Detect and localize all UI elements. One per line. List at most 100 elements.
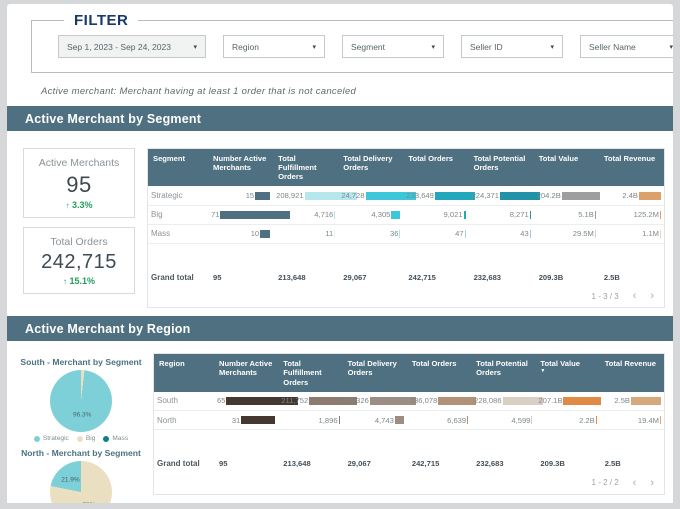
cell-bar	[463, 210, 466, 219]
date-range-value: Sep 1, 2023 - Sep 24, 2023	[67, 41, 171, 52]
data-table: Segment Number Active Merchants Total Fulf…	[148, 149, 664, 287]
pie-chart-title: North - Merchant by Segment	[21, 448, 141, 459]
scorecard-delta: ↑ 3.3%	[65, 200, 93, 210]
table-cell: 224,371	[468, 186, 541, 206]
segment-section: Active Merchants 95 ↑ 3.3% Total Orders …	[7, 131, 673, 314]
grand-total-cell: 242,715	[407, 454, 471, 474]
table-cell: 125.2M	[598, 205, 664, 225]
cell-value: 2.5B	[614, 396, 630, 406]
segment_table: Segment Number Active Merchants Total Fulf…	[147, 148, 665, 309]
cell-bar	[660, 229, 661, 238]
column-header[interactable]: Total Delivery Orders	[338, 149, 404, 187]
table-cell: 2.4B	[598, 186, 664, 206]
grand-total-cell: 2.5B	[600, 454, 664, 474]
cell-bar	[464, 229, 466, 238]
cell-bar	[660, 416, 661, 425]
cell-value: 4,716	[314, 210, 334, 220]
cell-bar	[500, 191, 541, 200]
table-cell: 29.5M	[533, 224, 599, 244]
column-header[interactable]: Total Fulfillment Orders	[273, 149, 339, 187]
seller-id-filter[interactable]: Seller ID ▾	[461, 35, 563, 58]
north-pie-chart: North - Merchant by Segment21.9%78%BigSt…	[15, 448, 147, 503]
cell-value: 47	[455, 229, 464, 239]
pagination: 1 - 2 / 2 ‹ ›	[154, 474, 664, 492]
cell-value: 211,752	[281, 396, 309, 406]
column-header[interactable]: Total Orders	[403, 149, 469, 187]
column-header[interactable]: Number Active Merchants	[214, 354, 279, 392]
cell-value: 71	[211, 210, 220, 220]
column-header[interactable]: Total Orders	[406, 354, 472, 392]
cell-value: 65	[217, 396, 226, 406]
sort-indicator-icon: ▼	[540, 368, 546, 375]
table-cell: 207.1B	[535, 391, 602, 412]
column-header[interactable]: Total Revenue	[598, 149, 664, 187]
column-header[interactable]: Number Active Merchants	[208, 149, 274, 187]
cell-value: 19.4M	[637, 415, 659, 425]
grand-total-cell: 232,683	[471, 454, 535, 474]
arrow-up-icon: ↑	[65, 201, 70, 210]
column-header[interactable]: Segment	[148, 149, 208, 187]
filter-panel-title: FILTER	[74, 12, 129, 29]
table-row: Mass 10 11 36 47 43 29.5M 1.1M	[148, 224, 664, 244]
region-section: South - Merchant by Segment 96.3% Strategi…	[7, 341, 673, 503]
grand-total-cell: 209.3B	[535, 454, 599, 474]
seller-name-filter[interactable]: Seller Name ▾	[580, 35, 673, 58]
cell-value: 2.4B	[622, 191, 638, 201]
legend-label: Strategic	[42, 435, 69, 443]
legend-dot-icon	[103, 435, 110, 442]
pie-chart: 96.3%	[50, 370, 112, 433]
cell-value: 232,683	[476, 459, 504, 469]
grand-total-cell: 95	[214, 454, 278, 474]
cell-value: 24,728	[341, 191, 365, 201]
segment-table-container: Segment Number Active Merchants Total Fulf…	[147, 148, 665, 309]
column-header[interactable]: Total Value ▼	[535, 354, 600, 392]
grand-total-row: Grand total 95 213,648 29,067 242,715 232,683…	[154, 454, 664, 474]
chevron-down-icon: ▾	[312, 43, 316, 51]
chevron-down-icon: ▾	[669, 43, 673, 51]
scorecard-value: 95	[66, 172, 92, 197]
table-cell: 10	[208, 224, 274, 244]
table-cell: 65	[214, 391, 299, 412]
column-header[interactable]: Total Potential Orders	[468, 149, 534, 187]
table-row: North 31 1,896 4,743 6,639 4,599 2.2B 19.4M	[154, 410, 664, 431]
region-filter[interactable]: Region ▾	[223, 35, 325, 58]
table-cell: 11	[273, 224, 339, 244]
column-header[interactable]: Total Potential Orders	[471, 354, 536, 392]
cell-value: 213,648	[283, 459, 311, 469]
column-header[interactable]: Total Delivery Orders	[342, 354, 407, 392]
column-header[interactable]: Total Value	[533, 149, 599, 187]
cell-bar	[334, 229, 336, 238]
date-range-filter[interactable]: Sep 1, 2023 - Sep 24, 2023 ▾	[58, 35, 206, 58]
cell-value: 8,271	[509, 210, 529, 220]
next-page-button[interactable]: ›	[650, 477, 654, 488]
south-pie-chart: South - Merchant by Segment 96.3% Strategi…	[15, 357, 147, 442]
table-cell: 204.2B	[533, 186, 600, 206]
seller-id-filter-label: Seller ID	[470, 41, 503, 52]
cell-value: 209.3B	[538, 272, 564, 282]
legend-item: Big	[76, 435, 95, 442]
column-header[interactable]: Total Revenue	[599, 354, 664, 392]
table-cell: 43	[468, 224, 534, 244]
cell-value: 2.5B	[604, 459, 621, 469]
cell-value: 224,371	[471, 191, 500, 201]
grand-total-cell: 2.5B	[599, 267, 664, 287]
column-header[interactable]: Region	[154, 354, 214, 392]
next-page-button[interactable]: ›	[650, 291, 654, 302]
cell-value: 29,067	[343, 272, 367, 282]
table-cell: 236,078	[406, 391, 477, 412]
row-label: Mass	[148, 224, 208, 244]
table-cell: 6,639	[406, 410, 472, 431]
row-label: Strategic	[148, 186, 208, 206]
cell-value: 29,067	[347, 459, 371, 469]
column-header[interactable]: Total Fulfillment Orders	[278, 354, 343, 392]
cell-value: 242,715	[408, 272, 436, 282]
cell-bar	[594, 229, 596, 238]
table-cell: 4,599	[471, 410, 536, 431]
table-cell: 4,716	[273, 205, 339, 225]
previous-page-button[interactable]: ‹	[633, 291, 637, 302]
table-cell: 36	[338, 224, 404, 244]
previous-page-button[interactable]: ‹	[633, 477, 637, 488]
legend-item: Strategic	[33, 435, 69, 443]
table-cell: 71	[208, 205, 291, 225]
segment-filter[interactable]: Segment ▾	[342, 35, 444, 58]
